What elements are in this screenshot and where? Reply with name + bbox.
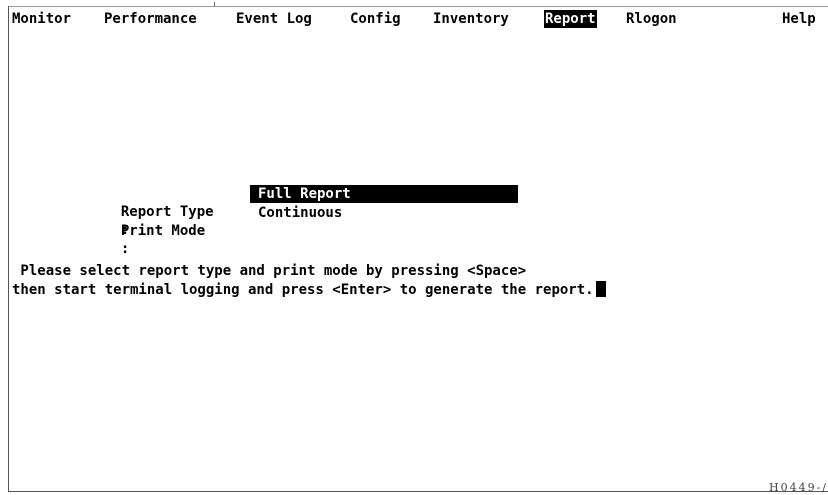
menu-report[interactable]: Report bbox=[544, 10, 597, 28]
menu-inventory[interactable]: Inventory bbox=[433, 10, 509, 28]
menu-bar: Monitor Performance Event Log Config Inv… bbox=[0, 0, 828, 30]
print-mode-label: Print Mode bbox=[120, 223, 206, 239]
figure-code: H0449-/ bbox=[768, 481, 828, 494]
instruction-line-1: Please select report type and print mode… bbox=[12, 263, 527, 279]
print-mode-separator: : bbox=[120, 241, 130, 257]
instruction-line-2: then start terminal logging and press <E… bbox=[12, 282, 594, 298]
menu-monitor[interactable]: Monitor bbox=[12, 10, 71, 28]
menu-event-log[interactable]: Event Log bbox=[236, 10, 312, 28]
report-type-selector[interactable]: Full Report bbox=[250, 185, 518, 203]
text-cursor bbox=[595, 281, 606, 297]
print-mode-selector[interactable]: Continuous bbox=[250, 204, 342, 222]
menu-rlogon[interactable]: Rlogon bbox=[626, 10, 677, 28]
instruction-line-2-wrap: then start terminal logging and press <E… bbox=[12, 281, 606, 299]
menu-performance[interactable]: Performance bbox=[104, 10, 197, 28]
menu-config[interactable]: Config bbox=[350, 10, 401, 28]
menu-help[interactable]: Help bbox=[782, 10, 816, 28]
